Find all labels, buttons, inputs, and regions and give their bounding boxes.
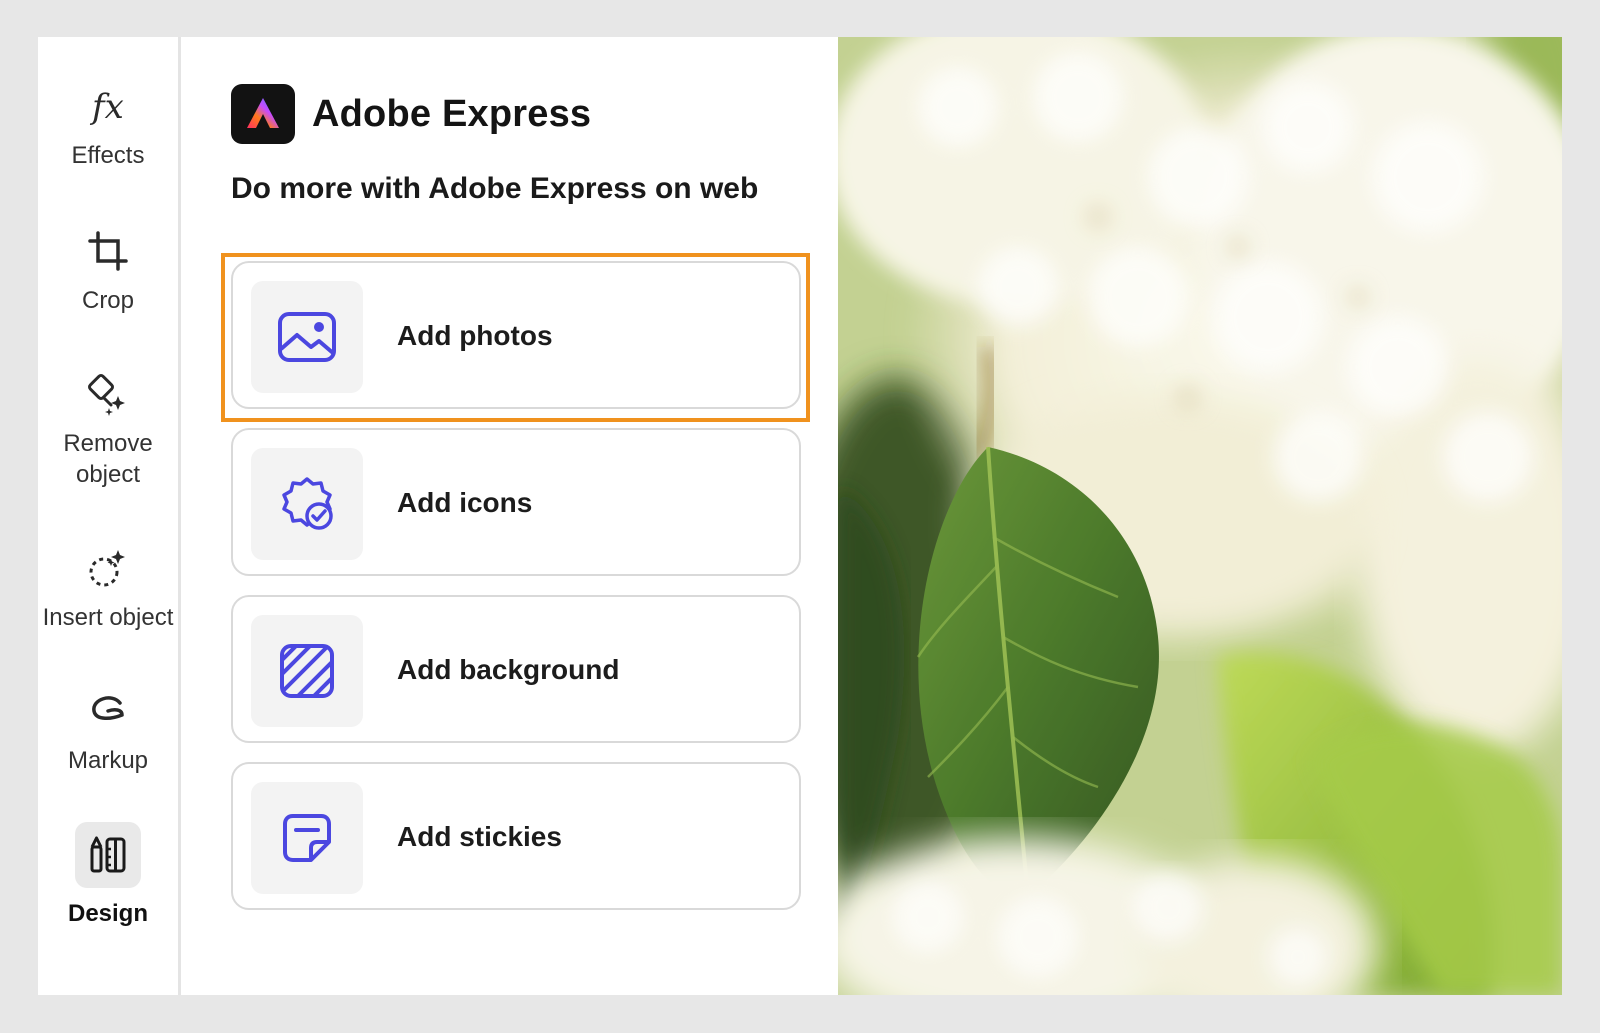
insert-object-icon bbox=[89, 550, 125, 587]
rail-item-label: Design bbox=[67, 900, 148, 927]
adobe-express-logo-mark bbox=[247, 98, 279, 128]
background-pattern-icon bbox=[280, 644, 334, 698]
card-label: Add icons bbox=[397, 487, 533, 518]
add-stickies-card[interactable]: Add stickies bbox=[231, 762, 801, 910]
card-label: Add stickies bbox=[397, 821, 562, 852]
card-icon-tile bbox=[251, 281, 363, 393]
brand-name: Adobe Express bbox=[312, 92, 592, 135]
add-photos-card[interactable]: Add photos bbox=[231, 261, 801, 409]
rail-item-design[interactable]: Design bbox=[38, 822, 178, 929]
rail-item-effects[interactable]: fx Effects bbox=[38, 82, 178, 171]
add-background-card[interactable]: Add background bbox=[231, 595, 801, 743]
markup-icon bbox=[92, 696, 124, 720]
flower-photo-image bbox=[838, 37, 1562, 995]
design-icon-container bbox=[75, 822, 141, 888]
remove-object-icon bbox=[88, 374, 125, 416]
rail-item-markup[interactable]: Markup bbox=[38, 687, 178, 776]
card-label: Add background bbox=[397, 654, 620, 685]
brand-header: Adobe Express bbox=[231, 84, 591, 144]
rail-item-label: Crop bbox=[81, 287, 135, 314]
rail-item-label: Remove object bbox=[63, 430, 153, 488]
rail-item-remove-object[interactable]: Remove object bbox=[38, 370, 178, 490]
adobe-express-panel: Adobe Express Do more with Adobe Express… bbox=[181, 37, 838, 995]
add-icons-card[interactable]: Add icons bbox=[231, 428, 801, 576]
icon-badge-icon bbox=[282, 477, 333, 530]
panel-subtitle: Do more with Adobe Express on web bbox=[231, 172, 759, 205]
tool-rail: fx Effects Crop Remove object Insert obj… bbox=[38, 37, 181, 995]
card-icon-tile bbox=[251, 782, 363, 894]
photo-preview bbox=[838, 37, 1562, 995]
crop-icon bbox=[88, 231, 128, 271]
svg-text:fx: fx bbox=[89, 87, 124, 127]
sticky-note-icon bbox=[283, 814, 331, 862]
adobe-express-logo-icon bbox=[231, 84, 295, 144]
design-icon bbox=[90, 836, 126, 873]
app-window: fx Effects Crop Remove object Insert obj… bbox=[38, 37, 1562, 995]
card-icon-tile bbox=[251, 448, 363, 560]
card-label: Add photos bbox=[397, 320, 553, 351]
card-icon-tile bbox=[251, 615, 363, 727]
rail-item-label: Effects bbox=[71, 142, 145, 169]
fx-icon: fx bbox=[89, 87, 124, 127]
rail-item-label: Markup bbox=[67, 747, 149, 774]
rail-item-insert-object[interactable]: Insert object bbox=[38, 544, 178, 633]
image-icon bbox=[278, 312, 336, 362]
rail-item-label: Insert object bbox=[42, 604, 174, 631]
rail-item-crop[interactable]: Crop bbox=[38, 227, 178, 316]
